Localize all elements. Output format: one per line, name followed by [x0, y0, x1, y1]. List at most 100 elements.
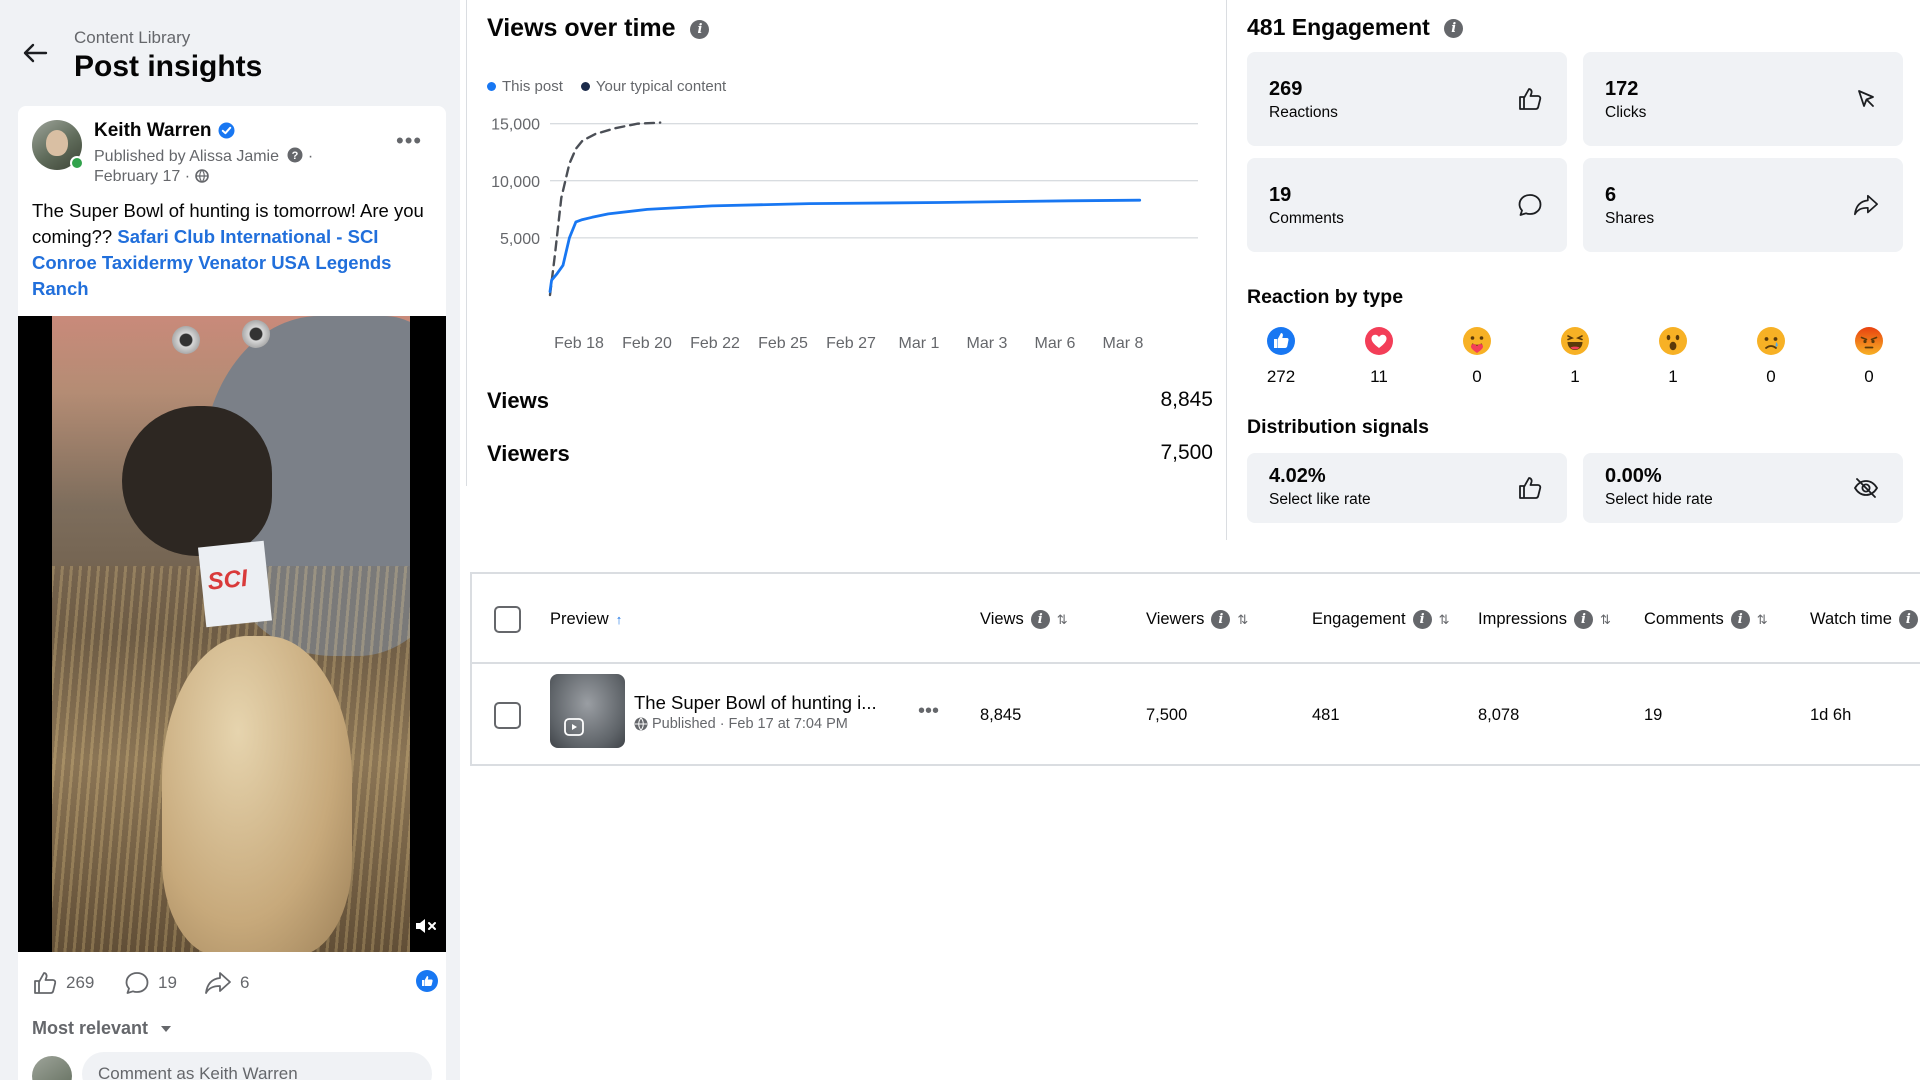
- chevron-down-icon: [161, 1026, 172, 1032]
- love-reaction-icon: [1365, 327, 1393, 355]
- info-icon[interactable]: i: [1030, 610, 1050, 629]
- engagement-title: 481 Engagement i: [1247, 14, 1464, 41]
- y-tick-label: 5,000: [500, 231, 540, 248]
- comment-icon: [1518, 194, 1542, 216]
- sort-icon[interactable]: ⇅: [1757, 612, 1768, 628]
- views-value: 8,845: [1160, 388, 1213, 411]
- back-arrow-icon[interactable]: [22, 42, 48, 64]
- column-label: Impressions: [1478, 610, 1567, 628]
- info-icon[interactable]: i: [690, 20, 710, 39]
- reaction-count: 0: [1864, 367, 1874, 386]
- row-more-options-icon[interactable]: •••: [918, 700, 939, 723]
- verified-badge-icon: [218, 122, 235, 139]
- reactions-card[interactable]: 269 Reactions: [1247, 52, 1567, 146]
- row-checkbox[interactable]: [494, 702, 521, 729]
- like-rate-card[interactable]: 4.02% Select like rate: [1247, 453, 1567, 523]
- row-views: 8,845: [980, 706, 1022, 724]
- sort-icon[interactable]: ⇅: [1057, 612, 1068, 628]
- post-more-options-icon[interactable]: •••: [396, 128, 422, 154]
- like-reaction-icon: [1267, 327, 1295, 355]
- x-tick-label: Feb 20: [622, 335, 672, 352]
- hide-rate-value: 0.00%: [1605, 465, 1662, 487]
- angry-reaction-icon: [1855, 327, 1883, 355]
- info-icon[interactable]: i: [1412, 610, 1432, 629]
- info-icon[interactable]: i: [1573, 610, 1593, 629]
- series-line-this-post: [548, 198, 1142, 293]
- post-text: The Super Bowl of hunting is tomorrow! A…: [32, 198, 432, 302]
- row-post-title[interactable]: The Super Bowl of hunting i...: [634, 692, 877, 714]
- legend-label: Your typical content: [595, 78, 727, 95]
- viewers-stat-row: Viewers 7,500: [487, 441, 1213, 471]
- table-row[interactable]: The Super Bowl of hunting i... Published…: [472, 664, 1920, 764]
- publisher-name[interactable]: Alissa Jamie: [189, 148, 279, 165]
- page-title: Post insights: [74, 50, 263, 83]
- comment-action[interactable]: 19: [124, 968, 177, 998]
- x-tick-label: Mar 6: [1035, 335, 1076, 352]
- share-icon: [205, 972, 231, 994]
- column-header-impressions[interactable]: Impressions i ⇅: [1478, 610, 1611, 629]
- legend-item-this-post: This post: [487, 78, 563, 95]
- post-date[interactable]: February 17 ·: [94, 168, 209, 186]
- shares-card[interactable]: 6 Shares: [1583, 158, 1903, 252]
- comment-input[interactable]: Comment as Keith Warren: [82, 1052, 432, 1080]
- column-header-viewers[interactable]: Viewers i ⇅: [1146, 610, 1248, 629]
- x-tick-label: Mar 1: [899, 335, 940, 352]
- select-all-checkbox[interactable]: [494, 606, 521, 633]
- share-action[interactable]: 6: [204, 968, 249, 998]
- breadcrumb[interactable]: Content Library: [74, 28, 190, 48]
- info-icon[interactable]: i: [1444, 19, 1464, 38]
- sort-icon[interactable]: ⇅: [1439, 612, 1450, 628]
- sort-icon[interactable]: ⇅: [1600, 612, 1611, 628]
- column-header-views[interactable]: Views i ⇅: [980, 610, 1068, 629]
- info-icon[interactable]: i: [1211, 610, 1231, 629]
- views-over-time-title: Views over time i: [487, 14, 710, 43]
- reaction-count: 1: [1668, 367, 1678, 386]
- help-icon[interactable]: ?: [287, 147, 303, 163]
- tag-link[interactable]: Venator USA: [198, 252, 310, 273]
- clicks-card[interactable]: 172 Clicks: [1583, 52, 1903, 146]
- row-post-status: Published · Feb 17 at 7:04 PM: [634, 716, 848, 732]
- reactions-value: 269: [1269, 78, 1303, 100]
- comment-sort-label: Most relevant: [32, 1018, 149, 1038]
- thumbs-up-icon: [1519, 477, 1542, 499]
- hide-rate-card[interactable]: 0.00% Select hide rate: [1583, 453, 1903, 523]
- mute-icon[interactable]: [414, 916, 438, 936]
- y-tick-label: 15,000: [491, 117, 540, 134]
- reaction-care: 0: [1447, 326, 1507, 387]
- x-tick-label: Mar 8: [1103, 335, 1144, 352]
- reaction-count: 272: [1266, 367, 1296, 386]
- page-header: Content Library Post insights: [0, 0, 460, 100]
- column-header-preview[interactable]: Preview ↑: [550, 610, 622, 629]
- tag-link[interactable]: Safari Club International -: [117, 226, 342, 247]
- like-rate-label: Select like rate: [1269, 491, 1371, 508]
- x-tick-label: Feb 18: [554, 335, 604, 352]
- haha-reaction-icon: [1561, 327, 1589, 355]
- column-header-engagement[interactable]: Engagement i ⇅: [1312, 610, 1449, 629]
- shares-label: Shares: [1605, 210, 1655, 227]
- reaction-angry: 0: [1839, 326, 1899, 387]
- row-thumbnail[interactable]: [550, 674, 625, 748]
- viewers-label: Viewers: [487, 441, 570, 466]
- comments-card[interactable]: 19 Comments: [1247, 158, 1567, 252]
- like-reaction-badge-icon[interactable]: [416, 970, 438, 992]
- column-label: Views: [980, 610, 1024, 628]
- comment-sort-dropdown[interactable]: Most relevant: [32, 1018, 173, 1039]
- published-prefix: Published by: [94, 148, 186, 165]
- like-rate-value: 4.02%: [1269, 465, 1326, 487]
- info-icon[interactable]: i: [1898, 610, 1918, 629]
- sort-icon[interactable]: ⇅: [1237, 612, 1248, 628]
- post-video[interactable]: SCI: [18, 316, 446, 952]
- column-header-comments[interactable]: Comments i ⇅: [1644, 610, 1768, 629]
- sort-ascending-icon[interactable]: ↑: [616, 612, 623, 627]
- author-name[interactable]: Keith Warren: [94, 120, 212, 142]
- column-header-watch-time[interactable]: Watch time i: [1810, 610, 1918, 629]
- like-action[interactable]: 269: [32, 968, 94, 998]
- info-icon[interactable]: i: [1730, 610, 1750, 629]
- legend-dot: [487, 82, 496, 91]
- video-lion-shape: [162, 636, 352, 952]
- video-frame: SCI: [52, 316, 410, 952]
- care-reaction-icon: [1463, 327, 1491, 355]
- reaction-like: 272: [1251, 326, 1311, 387]
- row-status-text: Published: [652, 716, 716, 732]
- published-by-line: Published by Alissa Jamie ? ·: [94, 147, 313, 166]
